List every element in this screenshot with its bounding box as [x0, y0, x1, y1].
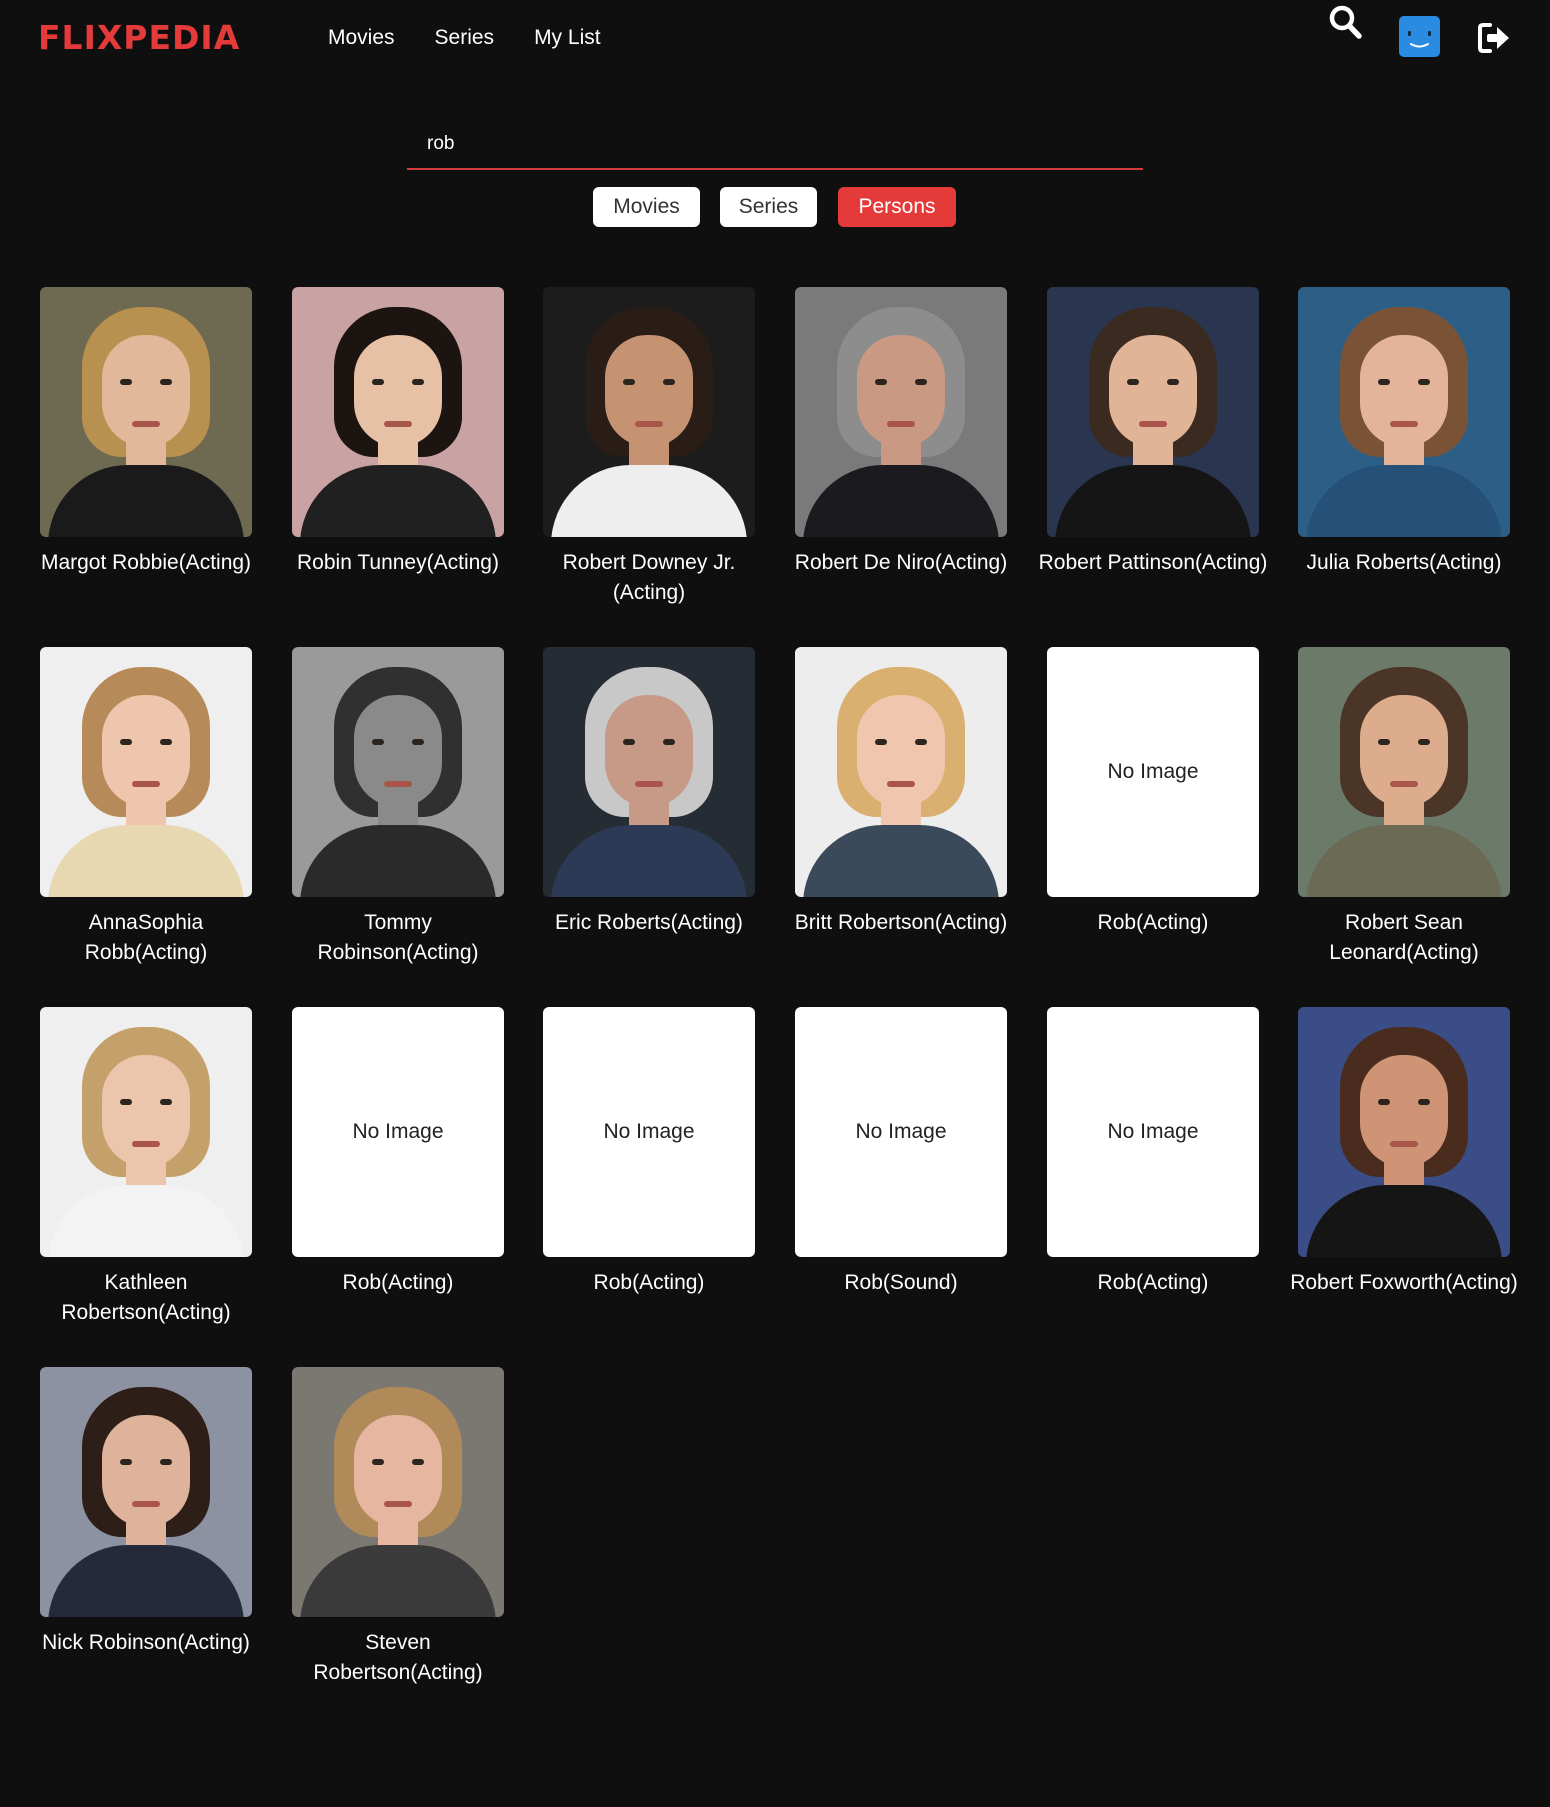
person-photo[interactable]: [40, 1007, 252, 1257]
top-header: FLIXPEDIA Movies Series My List: [0, 0, 1550, 76]
person-name[interactable]: Rob(Acting): [283, 1268, 513, 1298]
no-image-placeholder[interactable]: No Image: [292, 1007, 504, 1257]
person-card[interactable]: Julia Roberts(Acting): [1298, 287, 1510, 578]
no-image-placeholder[interactable]: No Image: [1047, 647, 1259, 897]
no-image-label: No Image: [603, 1120, 695, 1143]
person-photo[interactable]: [543, 647, 755, 897]
logo[interactable]: FLIXPEDIA: [38, 20, 240, 56]
person-photo[interactable]: [1298, 287, 1510, 537]
main-nav: Movies Series My List: [328, 24, 601, 52]
nav-movies[interactable]: Movies: [328, 24, 395, 52]
nav-my-list[interactable]: My List: [534, 24, 601, 52]
person-card[interactable]: No Image Rob(Acting): [1047, 647, 1259, 938]
person-photo[interactable]: [1047, 287, 1259, 537]
person-photo[interactable]: [795, 647, 1007, 897]
person-name[interactable]: Rob(Acting): [1038, 1268, 1268, 1298]
search-input[interactable]: [407, 122, 1143, 166]
person-card[interactable]: AnnaSophia Robb(Acting): [40, 647, 252, 968]
nav-series[interactable]: Series: [435, 24, 495, 52]
person-photo[interactable]: [292, 1367, 504, 1617]
person-card[interactable]: Robin Tunney(Acting): [292, 287, 504, 578]
person-name[interactable]: Nick Robinson(Acting): [31, 1628, 261, 1658]
person-photo[interactable]: [1298, 647, 1510, 897]
filter-persons-button[interactable]: Persons: [838, 187, 956, 227]
no-image-label: No Image: [1107, 760, 1199, 783]
person-name[interactable]: Robert De Niro(Acting): [786, 548, 1016, 578]
person-name[interactable]: Rob(Acting): [534, 1268, 764, 1298]
search-icon[interactable]: [1328, 4, 1362, 40]
person-name[interactable]: Britt Robertson(Acting): [786, 908, 1016, 938]
person-card[interactable]: Steven Robertson(Acting): [292, 1367, 504, 1688]
no-image-label: No Image: [855, 1120, 947, 1143]
person-name[interactable]: Julia Roberts(Acting): [1289, 548, 1519, 578]
person-photo[interactable]: [292, 647, 504, 897]
person-card[interactable]: Robert Foxworth(Acting): [1290, 1007, 1518, 1298]
person-photo[interactable]: [40, 647, 252, 897]
person-card[interactable]: Robert Downey Jr.(Acting): [543, 287, 755, 608]
person-name[interactable]: Eric Roberts(Acting): [534, 908, 764, 938]
person-name[interactable]: Margot Robbie(Acting): [31, 548, 261, 578]
person-card[interactable]: Nick Robinson(Acting): [40, 1367, 252, 1658]
no-image-label: No Image: [1107, 1120, 1199, 1143]
person-card[interactable]: No Image Rob(Sound): [795, 1007, 1007, 1298]
person-card[interactable]: Robert De Niro(Acting): [795, 287, 1007, 578]
person-card[interactable]: Kathleen Robertson(Acting): [40, 1007, 252, 1328]
filter-group: Movies Series Persons: [0, 187, 1550, 227]
person-card[interactable]: Margot Robbie(Acting): [40, 287, 252, 578]
person-card[interactable]: No Image Rob(Acting): [543, 1007, 755, 1298]
person-photo[interactable]: [543, 287, 755, 537]
person-card[interactable]: No Image Rob(Acting): [292, 1007, 504, 1298]
person-name[interactable]: Robert Sean Leonard(Acting): [1289, 908, 1519, 968]
person-card[interactable]: Tommy Robinson(Acting): [292, 647, 504, 968]
person-name[interactable]: Robert Foxworth(Acting): [1289, 1268, 1519, 1298]
person-name[interactable]: Tommy Robinson(Acting): [283, 908, 513, 968]
no-image-placeholder[interactable]: No Image: [1047, 1007, 1259, 1257]
person-name[interactable]: AnnaSophia Robb(Acting): [31, 908, 261, 968]
person-photo[interactable]: [40, 287, 252, 537]
logout-icon[interactable]: [1477, 22, 1511, 54]
person-card[interactable]: Britt Robertson(Acting): [795, 647, 1007, 938]
person-name[interactable]: Rob(Acting): [1038, 908, 1268, 938]
person-name[interactable]: Robert Downey Jr.(Acting): [534, 548, 764, 608]
person-photo[interactable]: [292, 287, 504, 537]
person-name[interactable]: Robin Tunney(Acting): [283, 548, 513, 578]
avatar-icon[interactable]: [1399, 16, 1440, 57]
person-photo[interactable]: [1298, 1007, 1510, 1257]
person-name[interactable]: Robert Pattinson(Acting): [1038, 548, 1268, 578]
person-card[interactable]: Robert Sean Leonard(Acting): [1298, 647, 1510, 968]
person-name[interactable]: Rob(Sound): [786, 1268, 1016, 1298]
filter-series-button[interactable]: Series: [720, 187, 817, 227]
person-name[interactable]: Steven Robertson(Acting): [283, 1628, 513, 1688]
person-photo[interactable]: [40, 1367, 252, 1617]
person-name[interactable]: Kathleen Robertson(Acting): [31, 1268, 261, 1328]
person-photo[interactable]: [795, 287, 1007, 537]
filter-movies-button[interactable]: Movies: [593, 187, 700, 227]
person-card[interactable]: Robert Pattinson(Acting): [1039, 287, 1267, 578]
person-card[interactable]: No Image Rob(Acting): [1047, 1007, 1259, 1298]
no-image-placeholder[interactable]: No Image: [543, 1007, 755, 1257]
no-image-label: No Image: [352, 1120, 444, 1143]
no-image-placeholder[interactable]: No Image: [795, 1007, 1007, 1257]
person-card[interactable]: Eric Roberts(Acting): [543, 647, 755, 938]
search-bar: [407, 122, 1143, 170]
